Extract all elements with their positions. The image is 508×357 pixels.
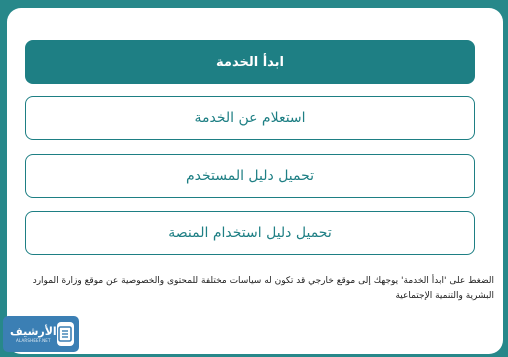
start-service-button[interactable]: ابدأ الخدمة: [25, 40, 475, 84]
service-card: ابدأ الخدمة استعلام عن الخدمة تحميل دليل…: [7, 8, 503, 354]
external-site-disclaimer: الضغط على 'ابدأ الخدمة' يوجهك إلى موقع خ…: [32, 276, 494, 301]
inquire-service-button[interactable]: استعلام عن الخدمة: [25, 96, 475, 140]
document-icon: [56, 322, 74, 346]
site-watermark-logo: الأرشيف ALARSHEEF.NET: [3, 316, 79, 352]
watermark-subtitle: ALARSHEEF.NET: [16, 337, 51, 343]
download-platform-guide-button[interactable]: تحميل دليل استخدام المنصة: [25, 211, 475, 255]
watermark-text: الأرشيف ALARSHEEF.NET: [10, 326, 57, 343]
watermark-title: الأرشيف: [10, 324, 57, 338]
download-user-guide-button[interactable]: تحميل دليل المستخدم: [25, 154, 475, 198]
